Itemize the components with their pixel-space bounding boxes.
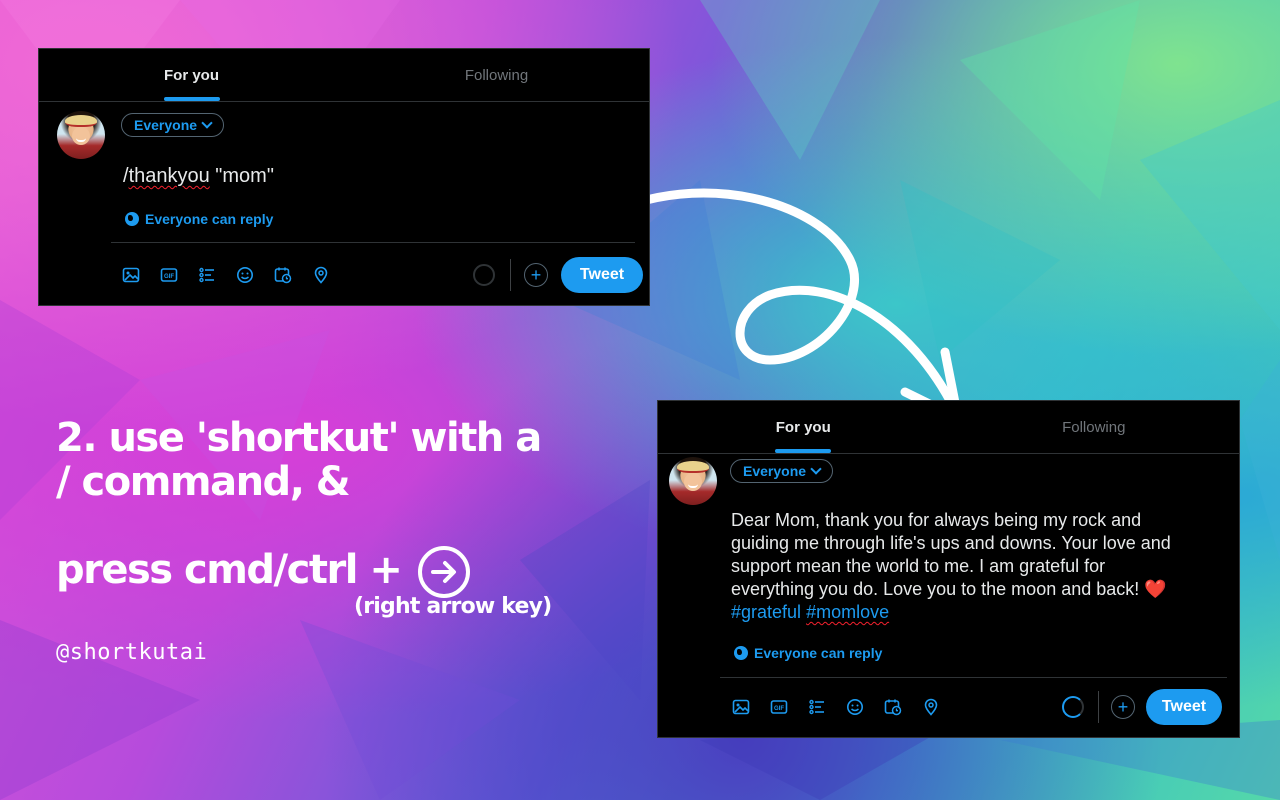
toolbar-separator [510,259,511,291]
add-thread-button[interactable]: + [524,263,548,287]
headline-line-1: 2. use 'shortkut' with a [56,415,542,461]
text-command: thankyou [128,165,210,187]
tweet-line: Dear Mom, thank you for always being my … [731,510,1142,530]
image-icon[interactable] [121,265,141,285]
svg-text:GIF: GIF [164,274,174,280]
timeline-tabs: For you Following [658,401,1239,454]
svg-text:GIF: GIF [774,706,784,712]
reply-setting-label: Everyone can reply [754,645,883,661]
tab-for-you[interactable]: For you [658,401,949,453]
gif-icon[interactable]: GIF [159,265,179,285]
globe-icon [125,212,139,226]
headline-line-3: press cmd/ctrl + [56,547,403,593]
active-tab-indicator [775,449,832,453]
location-icon[interactable] [311,265,331,285]
tweet-button[interactable]: Tweet [1146,689,1222,725]
character-count-ring [1062,696,1084,718]
reply-setting-label: Everyone can reply [145,211,274,227]
compose-toolbar: GIF [731,697,941,717]
compose-toolbar: GIF [121,265,331,285]
gif-icon[interactable]: GIF [769,697,789,717]
image-icon[interactable] [731,697,751,717]
hashtag[interactable]: #momlove [806,602,889,622]
tab-for-you[interactable]: For you [39,49,344,101]
add-thread-button[interactable]: + [1111,695,1135,719]
compose-panel-after: For you Following Everyone Dear Mom, tha… [657,400,1240,738]
active-tab-indicator [163,97,220,101]
poll-icon[interactable] [197,265,217,285]
tweet-input[interactable]: /thankyou "mom" [123,165,274,188]
tab-label: Following [1062,418,1126,436]
compose-panel-before: For you Following Everyone /thankyou "mo… [38,48,650,306]
tweet-line: support mean the world to me. I am grate… [731,556,1106,576]
avatar[interactable] [669,457,717,505]
timeline-tabs: For you Following [39,49,649,102]
chevron-down-icon [201,117,213,129]
tweet-hashtags: #grateful #momlove [731,601,1171,624]
reply-setting[interactable]: Everyone can reply [125,211,273,227]
character-count-ring [473,264,495,286]
emoji-icon[interactable] [845,697,865,717]
schedule-icon[interactable] [883,697,903,717]
audience-label: Everyone [743,463,807,479]
audience-selector[interactable]: Everyone [730,459,834,483]
tab-following[interactable]: Following [949,401,1240,453]
emoji-icon[interactable] [235,265,255,285]
avatar[interactable] [57,111,105,159]
poll-icon[interactable] [807,697,827,717]
text-arg: "mom" [209,165,274,187]
tab-label: For you [164,66,219,84]
audience-label: Everyone [134,117,198,133]
right-arrow-key-note: (right arrow key) [354,594,552,619]
location-icon[interactable] [921,697,941,717]
reply-setting[interactable]: Everyone can reply [734,645,882,661]
tweet-line: guiding me through life's ups and downs.… [731,533,1171,553]
right-arrow-key-icon [418,546,470,598]
chevron-down-icon [810,463,822,475]
globe-icon [734,646,748,660]
toolbar-separator [1098,691,1099,723]
tweet-input[interactable]: Dear Mom, thank you for always being my … [731,509,1171,624]
tab-following[interactable]: Following [344,49,649,101]
social-handle: @shortkutai [56,640,208,665]
hashtag[interactable]: #grateful [731,602,801,622]
divider [720,677,1227,678]
headline-line-2: / command, & [56,459,351,505]
schedule-icon[interactable] [273,265,293,285]
divider [111,242,635,243]
tweet-line: everything you do. Love you to the moon … [731,579,1167,599]
tab-label: For you [775,418,831,436]
tweet-button[interactable]: Tweet [561,257,643,293]
tab-label: Following [464,66,529,84]
audience-selector[interactable]: Everyone [121,113,225,137]
